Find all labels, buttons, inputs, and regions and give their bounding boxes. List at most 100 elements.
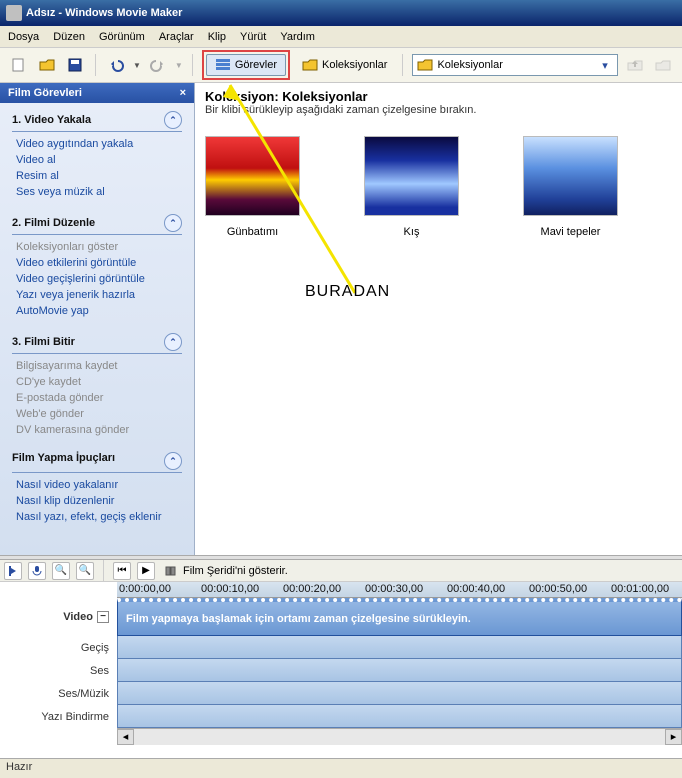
video-track[interactable]: Film yapmaya başlamak için ortamı zaman …	[117, 598, 682, 636]
track-label-title-overlay: Yazı Bindirme	[0, 705, 117, 728]
section-capture-title: 1. Video Yakala	[12, 114, 91, 126]
save-icon	[67, 57, 83, 73]
clip-thumb[interactable]: Kış	[364, 136, 459, 238]
task-automovie[interactable]: AutoMovie yap	[12, 303, 182, 319]
section-finish-title: 3. Filmi Bitir	[12, 336, 75, 348]
task-video-effects[interactable]: Video etkilerini görüntüle	[12, 255, 182, 271]
task-save-computer[interactable]: Bilgisayarıma kaydet	[12, 358, 182, 374]
horizontal-scrollbar[interactable]: ◂ ▸	[117, 728, 682, 745]
redo-icon	[150, 57, 166, 73]
track-label-audio: Ses	[0, 659, 117, 682]
task-import-image[interactable]: Resim al	[12, 168, 182, 184]
task-send-web[interactable]: Web'e gönder	[12, 406, 182, 422]
new-folder-button[interactable]	[652, 54, 674, 76]
task-import-audio[interactable]: Ses veya müzik al	[12, 184, 182, 200]
new-button[interactable]	[8, 54, 30, 76]
collapse-icon[interactable]: −	[97, 611, 109, 623]
menu-file[interactable]: Dosya	[8, 31, 39, 43]
redo-dropdown[interactable]: ▼	[175, 61, 183, 70]
chevron-down-icon: ▾	[597, 59, 613, 72]
collapse-icon[interactable]: ⌃	[164, 333, 182, 351]
audio-track[interactable]	[117, 659, 682, 682]
scroll-right-icon[interactable]: ▸	[665, 729, 682, 745]
tasks-icon	[215, 57, 231, 73]
timeline-zoom-in-button[interactable]: 🔍	[52, 562, 70, 580]
collections-combo[interactable]: Koleksiyonlar ▾	[412, 54, 618, 76]
task-show-collections[interactable]: Koleksiyonları göster	[12, 239, 182, 255]
clip-thumb[interactable]: Mavi tepeler	[523, 136, 618, 238]
task-save-cd[interactable]: CD'ye kaydet	[12, 374, 182, 390]
audio-music-track[interactable]	[117, 682, 682, 705]
tracks-area[interactable]: 0:00:00,00 00:00:10,00 00:00:20,00 00:00…	[117, 582, 682, 758]
undo-button[interactable]	[105, 54, 127, 76]
task-capture-device[interactable]: Video aygıtından yakala	[12, 136, 182, 152]
menu-help[interactable]: Yardım	[280, 31, 315, 43]
ruler-tick: 00:01:00,00	[611, 583, 669, 595]
title-overlay-track[interactable]	[117, 705, 682, 728]
clip-image	[364, 136, 459, 216]
menu-play[interactable]: Yürüt	[240, 31, 266, 43]
new-folder-icon	[655, 57, 671, 73]
collection-pane: Koleksiyon: Koleksiyonlar Bir klibi sürü…	[195, 83, 682, 555]
clip-label: Kış	[364, 226, 459, 238]
clip-thumb[interactable]: Günbatımı	[205, 136, 300, 238]
task-send-dv[interactable]: DV kamerasına gönder	[12, 422, 182, 438]
status-text: Hazır	[6, 761, 32, 773]
save-button[interactable]	[64, 54, 86, 76]
storyboard-label: Film Şeridi'ni gösterir.	[183, 565, 288, 577]
timeline-narrate-button[interactable]	[28, 562, 46, 580]
redo-button[interactable]	[147, 54, 169, 76]
task-titles-credits[interactable]: Yazı veya jenerik hazırla	[12, 287, 182, 303]
scroll-track[interactable]	[134, 729, 665, 745]
section-capture: 1. Video Yakala ⌃ Video aygıtından yakal…	[0, 103, 194, 206]
rewind-button[interactable]: ⏮	[113, 562, 131, 580]
undo-dropdown[interactable]: ▼	[133, 61, 141, 70]
ruler-tick: 00:00:20,00	[283, 583, 341, 595]
folder-icon	[302, 57, 318, 73]
undo-icon	[108, 57, 124, 73]
ruler-spacer	[0, 582, 117, 598]
menu-tools[interactable]: Araçlar	[159, 31, 194, 43]
collection-sub: Bir klibi sürükleyip aşağıdaki zaman çiz…	[205, 104, 672, 116]
timeline-set-start-button[interactable]	[4, 562, 22, 580]
task-import-video[interactable]: Video al	[12, 152, 182, 168]
task-send-email[interactable]: E-postada gönder	[12, 390, 182, 406]
tip-titles[interactable]: Nasıl yazı, efekt, geçiş eklenir	[12, 509, 182, 525]
tip-edit[interactable]: Nasıl klip düzenlenir	[12, 493, 182, 509]
sidebar-header: Film Görevleri ×	[0, 83, 194, 103]
close-icon[interactable]: ×	[180, 87, 186, 99]
section-edit: 2. Filmi Düzenle ⌃ Koleksiyonları göster…	[0, 206, 194, 325]
collapse-icon[interactable]: ⌃	[164, 111, 182, 129]
collections-label: Koleksiyonlar	[322, 59, 387, 71]
new-icon	[11, 57, 27, 73]
clip-image	[205, 136, 300, 216]
up-level-button[interactable]	[624, 54, 646, 76]
collapse-icon[interactable]: ⌃	[164, 214, 182, 232]
title-bar: Adsız - Windows Movie Maker	[0, 0, 682, 26]
open-button[interactable]	[36, 54, 58, 76]
sidebar-title: Film Görevleri	[8, 87, 82, 99]
tasks-button[interactable]: Görevler	[206, 54, 286, 76]
time-ruler[interactable]: 0:00:00,00 00:00:10,00 00:00:20,00 00:00…	[117, 582, 682, 598]
menu-edit[interactable]: Düzen	[53, 31, 85, 43]
task-video-transitions[interactable]: Video geçişlerini görüntüle	[12, 271, 182, 287]
tip-capture[interactable]: Nasıl video yakalanır	[12, 477, 182, 493]
transition-track[interactable]	[117, 636, 682, 659]
main-area: Film Görevleri × 1. Video Yakala ⌃ Video…	[0, 83, 682, 555]
menu-bar: Dosya Düzen Görünüm Araçlar Klip Yürüt Y…	[0, 26, 682, 48]
storyboard-toggle[interactable]: Film Şeridi'ni gösterir.	[165, 564, 288, 578]
track-label-transition: Geçiş	[0, 636, 117, 659]
play-button[interactable]: ▶	[137, 562, 155, 580]
scroll-left-icon[interactable]: ◂	[117, 729, 134, 745]
menu-view[interactable]: Görünüm	[99, 31, 145, 43]
menu-clip[interactable]: Klip	[208, 31, 226, 43]
combo-value: Koleksiyonlar	[437, 59, 502, 71]
annotation-highlight: Görevler	[202, 50, 290, 80]
track-label-video: Video −	[0, 598, 117, 636]
video-track-hint: Film yapmaya başlamak için ortamı zaman …	[126, 613, 471, 625]
collapse-icon[interactable]: ⌃	[164, 452, 182, 470]
separator	[192, 54, 193, 76]
timeline-zoom-out-button[interactable]: 🔍	[76, 562, 94, 580]
app-icon	[6, 5, 22, 21]
collections-button[interactable]: Koleksiyonlar	[296, 55, 393, 75]
